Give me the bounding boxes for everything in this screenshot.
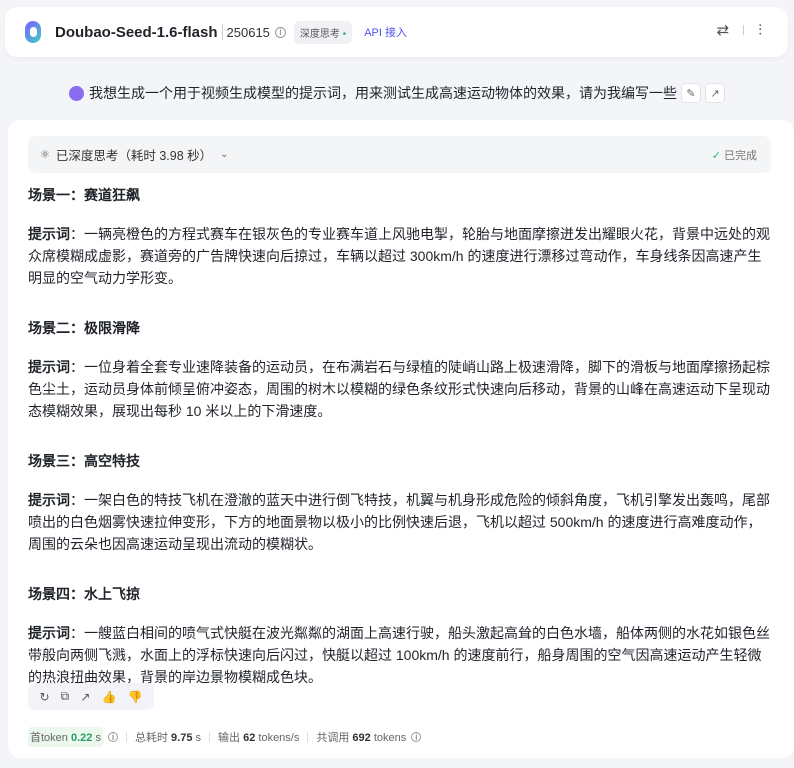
prompt-text: ：一架白色的特技飞机在澄澈的蓝天中进行倒飞特技，机翼与机身形成危险的倾斜角度，飞… <box>28 492 770 552</box>
stat-value: 692 <box>352 732 371 744</box>
api-access-link[interactable]: API 接入 <box>364 24 407 40</box>
total-time-stat: 总耗时 9.75 s <box>135 729 201 745</box>
stat-label: 总耗时 <box>134 732 168 744</box>
message-actions: ↻ ⧉ ↗ 👍 👎 <box>28 683 154 710</box>
output-speed-stat: 输出 62 tokens/s <box>218 729 299 745</box>
stat-unit: s <box>95 732 101 744</box>
scene-title: 场景四：水上飞掠 <box>28 586 140 602</box>
prompt-label: 提示词 <box>28 492 70 508</box>
info-icon[interactable]: i <box>107 732 118 742</box>
scene-title: 场景三：高空特技 <box>28 453 140 469</box>
thinking-toggle[interactable]: ⚛ 已深度思考（耗时 3.98 秒） ⌄ ✓ 已完成 <box>28 136 771 173</box>
divider <box>221 24 223 40</box>
regenerate-icon[interactable]: ↻ <box>40 690 50 704</box>
dot-icon: • <box>342 28 347 40</box>
info-icon[interactable]: i <box>274 26 286 38</box>
scene-prompt: 提示词：一位身着全套专业速降装备的运动员，在布满岩石与绿植的陡峭山路上极速滑降，… <box>28 356 774 422</box>
model-version: 250615 <box>226 24 270 40</box>
stat-unit: s <box>195 732 202 744</box>
answer-content: 场景一：赛道狂飙 提示词：一辆亮橙色的方程式赛车在银灰色的专业赛车道上风驰电掣，… <box>28 184 774 716</box>
scene-title: 场景二：极限滑降 <box>28 320 140 336</box>
question-text: 我想生成一个用于视频生成模型的提示词，用来测试生成高速运动物体的效果，请为我编写… <box>89 85 677 101</box>
divider <box>307 732 309 742</box>
top-header: Doubao-Seed-1.6-flash 250615 i 深度思考 • AP… <box>5 7 788 57</box>
first-token-stat: 首token 0.22 s <box>28 727 103 747</box>
scene-prompt: 提示词：一艘蓝白相间的喷气式快艇在波光粼粼的湖面上高速行驶，船头激起高耸的白色水… <box>28 622 774 688</box>
divider <box>743 25 745 35</box>
scene-prompt: 提示词：一架白色的特技飞机在澄澈的蓝天中进行倒飞特技，机翼与机身形成危险的倾斜角… <box>28 489 774 555</box>
prompt-text: ：一位身着全套专业速降装备的运动员，在布满岩石与绿植的陡峭山路上极速滑降，脚下的… <box>28 359 770 419</box>
user-question: 我想生成一个用于视频生成模型的提示词，用来测试生成高速运动物体的效果，请为我编写… <box>0 83 794 103</box>
model-name: Doubao-Seed-1.6-flash <box>55 23 218 41</box>
thinking-label: 已深度思考（耗时 3.98 秒） <box>55 149 213 163</box>
stat-unit: tokens <box>373 732 407 744</box>
stat-value: 62 <box>243 732 256 744</box>
thinking-icon: ⚛ <box>40 149 50 161</box>
answer-card: ⚛ 已深度思考（耗时 3.98 秒） ⌄ ✓ 已完成 场景一：赛道狂飙 提示词：一… <box>8 120 794 758</box>
status-badge: ✓ 已完成 <box>712 147 757 163</box>
doubao-logo-icon <box>25 21 41 43</box>
prompt-label: 提示词 <box>28 625 70 641</box>
total-tokens-stat: 共调用 692 tokens <box>316 729 406 745</box>
scene-title: 场景一：赛道狂飙 <box>28 187 140 203</box>
stat-unit: tokens/s <box>258 732 300 744</box>
thumbs-down-icon[interactable]: 👎 <box>128 690 143 704</box>
check-icon: ✓ <box>711 149 721 162</box>
scene-prompt: 提示词：一辆亮橙色的方程式赛车在银灰色的专业赛车道上风驰电掣，轮胎与地面摩擦迸发… <box>28 223 774 289</box>
stat-value: 9.75 <box>171 732 193 744</box>
prompt-text: ：一艘蓝白相间的喷气式快艇在波光粼粼的湖面上高速行驶，船头激起高耸的白色水墙，船… <box>28 625 770 685</box>
chevron-down-icon: ⌄ <box>220 149 229 160</box>
share-icon[interactable]: ↗ <box>80 690 90 704</box>
edit-button[interactable]: ✎ <box>681 83 701 103</box>
prompt-label: 提示词 <box>28 359 70 375</box>
user-avatar <box>69 85 84 101</box>
stat-label: 共调用 <box>316 732 350 744</box>
deep-thinking-tag[interactable]: 深度思考 • <box>293 20 353 44</box>
stat-value: 0.22 <box>70 732 93 744</box>
thumbs-up-icon[interactable]: 👍 <box>101 690 116 704</box>
prompt-text: ：一辆亮橙色的方程式赛车在银灰色的专业赛车道上风驰电掣，轮胎与地面摩擦迸发出耀眼… <box>28 226 770 286</box>
stat-label: 首token <box>30 732 68 744</box>
share-button[interactable]: ↗ <box>705 83 725 103</box>
divider <box>125 732 127 742</box>
swap-icon[interactable]: ⇄ <box>717 21 730 39</box>
divider <box>209 732 211 742</box>
tag-label: 深度思考 <box>299 28 340 40</box>
usage-stats: 首token 0.22 s i 总耗时 9.75 s 输出 62 tokens/… <box>28 727 422 747</box>
status-label: 已完成 <box>724 149 757 162</box>
prompt-label: 提示词 <box>28 226 70 242</box>
info-icon[interactable]: i <box>411 732 422 742</box>
copy-icon[interactable]: ⧉ <box>61 689 70 704</box>
settings-sliders-icon[interactable]: ⫶ <box>758 22 762 39</box>
stat-label: 输出 <box>218 732 241 744</box>
